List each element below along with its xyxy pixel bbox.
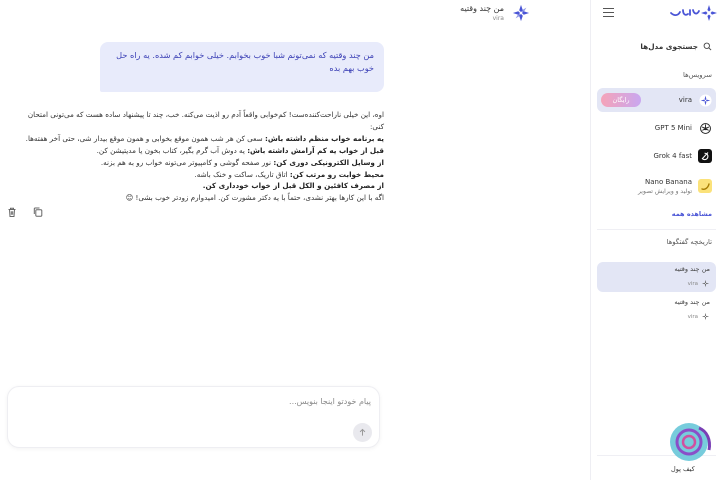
model-name: Nano Banana <box>644 177 692 186</box>
delete-icon[interactable] <box>6 203 18 217</box>
grok-icon <box>698 149 712 163</box>
answer-tip: محیط خوابت رو مرتب کن: اتاق تاریک، ساکت … <box>194 169 384 179</box>
chat-main: من چند وقتیه vira من چند وقتیه که نمی‌تو… <box>0 0 590 480</box>
model-name: Grok 4 fast <box>653 152 692 160</box>
openai-icon <box>698 121 712 135</box>
message-composer[interactable]: پیام خودتو اینجا بنویس... <box>7 386 380 448</box>
conversation-model: vira <box>687 280 698 287</box>
message-actions <box>6 203 44 217</box>
model-item-gpt5mini[interactable]: GPT 5 Mini <box>597 116 716 140</box>
message-input[interactable]: پیام خودتو اینجا بنویس... <box>289 397 371 406</box>
vira-brand-logo <box>670 5 717 21</box>
conversation-title: من چند وقتیه <box>674 298 710 306</box>
vira-icon <box>698 93 712 107</box>
model-search[interactable]: جستجوی مدل‌ها <box>640 42 712 51</box>
answer-tip: یه برنامه خواب منظم داشته باش: سعی کن هر… <box>25 133 384 143</box>
model-item-vira[interactable]: vira رایگان <box>597 88 716 112</box>
free-badge: رایگان <box>601 93 641 107</box>
banana-icon <box>698 179 712 193</box>
answer-intro: اوه، این خیلی ناراحت‌کننده‌ست! کم‌خوابی … <box>27 110 384 131</box>
search-label: جستجوی مدل‌ها <box>640 42 698 51</box>
answer-outro: اگه با این کارها بهتر نشدی، حتماً با یه … <box>125 193 384 203</box>
history-heading: تاریخچه گفتگوها <box>666 238 712 246</box>
see-all-link[interactable]: مشاهده همه <box>672 210 712 218</box>
model-item-nano-banana[interactable]: Nano Banana تولید و ویرایش تصویر <box>597 172 716 200</box>
wallet-label[interactable]: کیف پول <box>671 465 695 473</box>
divider <box>597 229 716 230</box>
conversation-title: من چند وقتیه <box>674 265 710 273</box>
vira-logo-icon <box>512 4 530 22</box>
answer-tip: قبل از خواب یه کم آرامش داشته باش: یه دو… <box>96 145 384 155</box>
search-icon <box>703 42 712 51</box>
conversation-model: vira <box>687 313 698 320</box>
copy-icon[interactable] <box>32 203 44 217</box>
vira-icon <box>701 312 710 321</box>
model-name: GPT 5 Mini <box>654 124 692 132</box>
assistant-answer: اوه، این خیلی ناراحت‌کننده‌ست! کم‌خوابی … <box>18 109 384 204</box>
send-button[interactable] <box>353 423 372 442</box>
conversation-item[interactable]: من چند وقتیه vira <box>597 295 716 325</box>
model-name: vira <box>678 96 692 104</box>
answer-tip: از وسایل الکترونیکی دوری کن: نور صفحه گو… <box>100 157 384 167</box>
vira-icon <box>701 279 710 288</box>
chat-model-tag: vira <box>492 15 504 22</box>
conversation-item[interactable]: من چند وقتیه vira <box>597 262 716 292</box>
chat-title: من چند وقتیه <box>460 4 504 13</box>
model-subtitle: تولید و ویرایش تصویر <box>638 187 692 195</box>
model-item-grok[interactable]: Grok 4 fast <box>597 144 716 168</box>
arrow-up-icon <box>359 428 366 436</box>
user-message-bubble: من چند وقتیه که نمی‌تونم شبا خوب بخوابم.… <box>100 42 384 92</box>
menu-icon[interactable] <box>603 8 614 17</box>
chat-header: من چند وقتیه vira <box>460 4 530 22</box>
services-heading: سرویس‌ها <box>683 71 712 79</box>
sidebar: جستجوی مدل‌ها سرویس‌ها vira رایگان GPT 5… <box>590 0 720 480</box>
answer-tip: از مصرف کافئین و الکل قبل از خواب خوددار… <box>202 181 384 191</box>
